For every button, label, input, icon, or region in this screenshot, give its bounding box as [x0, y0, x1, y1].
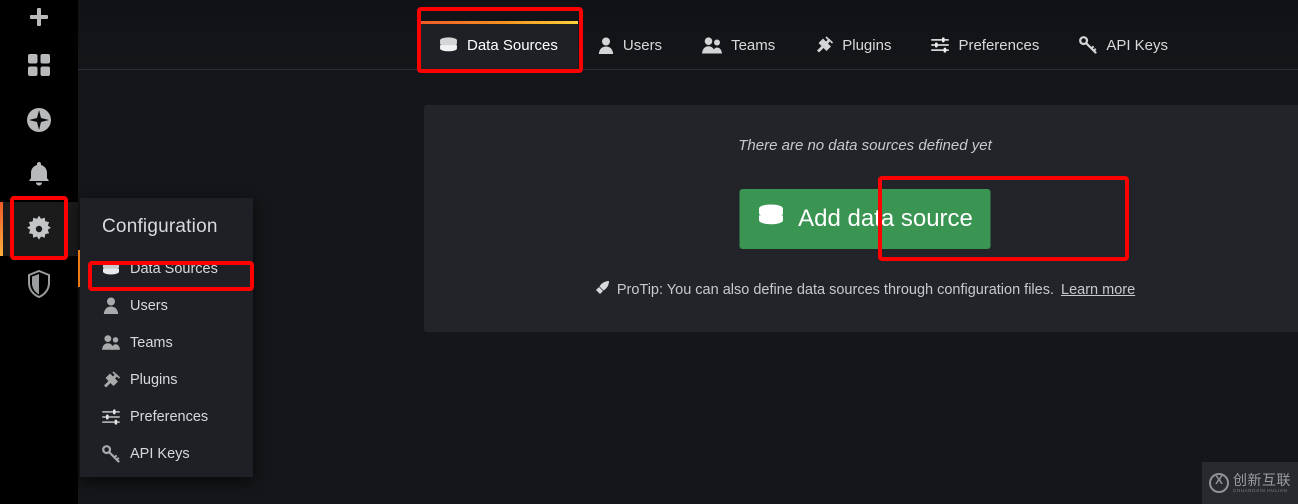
dropdown-item-label: Teams: [130, 334, 173, 351]
tab-preferences[interactable]: Preferences: [911, 21, 1059, 69]
users-icon: [102, 334, 120, 351]
plug-icon: [102, 370, 120, 389]
database-icon: [439, 36, 458, 54]
rocket-icon: [595, 280, 610, 299]
dropdown-active-accent: [78, 250, 80, 287]
rail-item-alerting[interactable]: [0, 147, 78, 201]
dropdown-item-label: Users: [130, 297, 168, 314]
tab-teams[interactable]: Teams: [682, 21, 795, 69]
dropdown-item-label: Preferences: [130, 408, 209, 425]
tab-label: Plugins: [842, 36, 892, 54]
empty-state-message: There are no data sources defined yet: [738, 137, 992, 154]
dropdown-item-teams[interactable]: Teams: [80, 324, 253, 361]
configuration-dropdown-menu: Configuration Data Sources Users Teams P…: [78, 198, 253, 477]
dropdown-item-data-sources[interactable]: Data Sources: [78, 250, 253, 287]
tab-data-sources[interactable]: Data Sources: [419, 21, 578, 69]
user-icon: [598, 37, 614, 54]
dropdown-item-preferences[interactable]: Preferences: [80, 398, 253, 435]
dropdown-item-api-keys[interactable]: API Keys: [80, 435, 253, 472]
top-tab-bar: Data Sources Users Teams Plugins Prefere…: [78, 0, 1298, 70]
settings-tab-list: Data Sources Users Teams Plugins Prefere…: [419, 1, 1188, 69]
watermark-logo-icon: [1209, 473, 1229, 493]
tab-label: Data Sources: [467, 36, 558, 54]
tab-label: API Keys: [1106, 36, 1169, 54]
watermark-text: 创新互联 CHUANGXIN HULIAN: [1233, 473, 1291, 494]
dropdown-item-label: Data Sources: [130, 260, 218, 277]
site-watermark: 创新互联 CHUANGXIN HULIAN: [1202, 462, 1298, 504]
watermark-en-text: CHUANGXIN HULIAN: [1233, 487, 1288, 493]
main-content-area: Data Sources Users Teams Plugins Prefere…: [78, 0, 1298, 504]
tab-users[interactable]: Users: [578, 21, 682, 69]
rail-item-explore[interactable]: [0, 93, 78, 147]
database-icon: [757, 203, 784, 235]
rail-active-indicator: [0, 202, 3, 256]
dropdown-item-users[interactable]: Users: [80, 287, 253, 324]
protip-learn-more-link[interactable]: Learn more: [1061, 282, 1135, 298]
rail-item-configuration[interactable]: [0, 202, 78, 256]
gear-icon: [25, 215, 53, 243]
dashboards-icon: [27, 53, 51, 77]
protip-row: ProTip: You can also define data sources…: [424, 280, 1298, 299]
grafana-configuration-screen: Configuration Data Sources Users Teams P…: [0, 0, 1298, 504]
watermark-cn-text: 创新互联: [1233, 471, 1291, 488]
tab-label: Preferences: [958, 36, 1040, 54]
protip-text: ProTip: You can also define data sources…: [616, 281, 1054, 298]
users-icon: [702, 36, 723, 54]
shield-icon: [27, 270, 51, 298]
rail-item-dashboards[interactable]: [0, 38, 78, 92]
tab-plugins[interactable]: Plugins: [795, 21, 911, 69]
compass-icon: [26, 107, 52, 133]
plug-icon: [815, 36, 834, 54]
tab-api-keys[interactable]: API Keys: [1059, 21, 1188, 69]
database-icon: [102, 260, 120, 277]
add-data-source-button[interactable]: Add data source: [739, 189, 991, 249]
rail-item-server-admin[interactable]: [0, 257, 78, 311]
dropdown-item-label: Plugins: [130, 371, 178, 388]
sliders-icon: [931, 37, 950, 53]
key-icon: [102, 444, 120, 463]
key-icon: [1079, 36, 1097, 54]
tab-active-underline: [419, 21, 578, 24]
sliders-icon: [102, 408, 120, 425]
user-icon: [102, 297, 120, 314]
left-nav-rail: [0, 0, 78, 504]
dropdown-item-label: API Keys: [130, 445, 190, 462]
tab-label: Users: [622, 36, 663, 54]
plus-icon: [28, 6, 50, 28]
dropdown-item-plugins[interactable]: Plugins: [80, 361, 253, 398]
dropdown-title: Configuration: [102, 216, 218, 237]
bell-icon: [27, 161, 51, 187]
tab-label: Teams: [731, 36, 776, 54]
data-sources-empty-panel: There are no data sources defined yet Ad…: [424, 105, 1298, 332]
add-data-source-label: Add data source: [798, 205, 973, 232]
